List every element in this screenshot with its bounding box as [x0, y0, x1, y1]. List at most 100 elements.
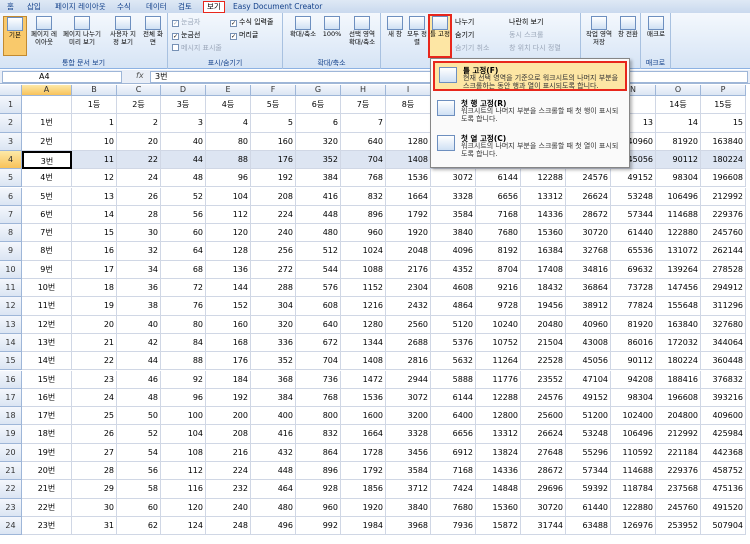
cell[interactable]: 311296: [701, 297, 746, 316]
cell[interactable]: 19456: [521, 297, 566, 316]
cell[interactable]: 960: [296, 498, 341, 517]
cell[interactable]: 16: [72, 242, 117, 261]
cell[interactable]: [22, 96, 72, 115]
cell[interactable]: 2176: [386, 260, 431, 279]
formula-bar-checkbox[interactable]: ✓ 수식 입력줄: [230, 17, 273, 27]
cell[interactable]: 27648: [521, 443, 566, 462]
cell[interactable]: 160: [206, 315, 251, 334]
cell[interactable]: 352: [296, 150, 341, 170]
hide-button[interactable]: 숨기기: [455, 30, 474, 40]
cell[interactable]: 49152: [566, 388, 611, 408]
cell[interactable]: 102400: [611, 407, 656, 426]
cell[interactable]: 15: [701, 114, 746, 133]
cell[interactable]: 448: [251, 462, 296, 481]
cell[interactable]: 112: [161, 462, 206, 481]
cell[interactable]: 496: [251, 516, 296, 536]
cell[interactable]: 1792: [386, 205, 431, 225]
cell[interactable]: 4608: [431, 279, 476, 298]
cell[interactable]: 5등: [251, 96, 296, 115]
cell[interactable]: 3328: [431, 187, 476, 206]
zoom-selection-button[interactable]: 선택 영역 확대/축소: [345, 16, 379, 46]
cell[interactable]: 36: [117, 279, 161, 298]
cell[interactable]: 26624: [566, 187, 611, 206]
cell[interactable]: 248: [206, 516, 251, 536]
cell[interactable]: 6144: [431, 388, 476, 408]
cell[interactable]: 7424: [431, 480, 476, 499]
cell[interactable]: 120: [206, 224, 251, 243]
cell[interactable]: 14: [656, 114, 701, 133]
cell[interactable]: 608: [296, 297, 341, 316]
cell[interactable]: 12번: [22, 315, 72, 334]
cell[interactable]: 1280: [386, 132, 431, 151]
cell[interactable]: 98304: [656, 169, 701, 188]
cell[interactable]: 38: [117, 297, 161, 316]
cell[interactable]: 2048: [386, 242, 431, 261]
cell[interactable]: 928: [296, 480, 341, 499]
column-header[interactable]: O: [656, 85, 701, 96]
cell[interactable]: 176: [206, 352, 251, 371]
cell[interactable]: 262144: [701, 242, 746, 261]
message-bar-checkbox[interactable]: 메시지 표시줄: [172, 43, 222, 53]
row-header[interactable]: 2: [0, 114, 22, 133]
zoom-button[interactable]: 확대/축소: [286, 16, 320, 39]
cell[interactable]: 384: [251, 388, 296, 408]
cell[interactable]: 8번: [22, 242, 72, 261]
cell[interactable]: 1472: [341, 370, 386, 389]
cell[interactable]: 136: [206, 260, 251, 279]
cell[interactable]: 2432: [386, 297, 431, 316]
cell[interactable]: 896: [341, 205, 386, 225]
cell[interactable]: 4096: [431, 242, 476, 261]
cell[interactable]: 68: [161, 260, 206, 279]
cell[interactable]: 59392: [566, 480, 611, 499]
row-header[interactable]: 18: [0, 407, 22, 426]
cell[interactable]: 40: [161, 132, 206, 151]
cell[interactable]: 17번: [22, 407, 72, 426]
cell[interactable]: 180224: [656, 352, 701, 371]
cell[interactable]: 229376: [701, 205, 746, 225]
cell[interactable]: 120: [161, 498, 206, 517]
cell[interactable]: 768: [341, 169, 386, 188]
cell[interactable]: 192: [251, 169, 296, 188]
cell[interactable]: 92: [161, 370, 206, 389]
cell[interactable]: 294912: [701, 279, 746, 298]
cell[interactable]: 11: [72, 150, 117, 170]
cell[interactable]: 9728: [476, 297, 521, 316]
cell[interactable]: 5120: [431, 315, 476, 334]
cell[interactable]: 116: [161, 480, 206, 499]
cell[interactable]: 12288: [521, 169, 566, 188]
cell[interactable]: 1088: [341, 260, 386, 279]
cell[interactable]: 11번: [22, 297, 72, 316]
cell[interactable]: 152: [206, 297, 251, 316]
cell[interactable]: 14848: [476, 480, 521, 499]
cell[interactable]: 3072: [431, 169, 476, 188]
cell[interactable]: 7680: [431, 498, 476, 517]
cell[interactable]: 7: [341, 114, 386, 133]
cell[interactable]: 30: [72, 498, 117, 517]
cell[interactable]: 272: [251, 260, 296, 279]
cell[interactable]: 3968: [386, 516, 431, 536]
cell[interactable]: 6144: [476, 169, 521, 188]
cell[interactable]: 80: [161, 315, 206, 334]
cell[interactable]: 224: [206, 462, 251, 481]
cell[interactable]: 110592: [611, 443, 656, 462]
cell[interactable]: 3등: [161, 96, 206, 115]
custom-views-button[interactable]: 사용자 지정 보기: [108, 16, 138, 46]
cell[interactable]: 163840: [656, 315, 701, 334]
cell[interactable]: 61440: [566, 498, 611, 517]
cell[interactable]: 240: [251, 224, 296, 243]
cell[interactable]: 20: [117, 132, 161, 151]
cell[interactable]: 1216: [341, 297, 386, 316]
cell[interactable]: 13312: [476, 425, 521, 444]
cell[interactable]: 14336: [476, 462, 521, 481]
cell[interactable]: 896: [296, 462, 341, 481]
cell[interactable]: 4: [206, 114, 251, 133]
cell[interactable]: 278528: [701, 260, 746, 279]
column-header[interactable]: A: [22, 85, 72, 96]
cell[interactable]: 18번: [22, 425, 72, 444]
cell[interactable]: 1280: [341, 315, 386, 334]
column-header[interactable]: E: [206, 85, 251, 96]
cell[interactable]: 15872: [476, 516, 521, 536]
cell[interactable]: 25: [72, 407, 117, 426]
cell[interactable]: 3456: [386, 443, 431, 462]
cell[interactable]: 6등: [296, 96, 341, 115]
